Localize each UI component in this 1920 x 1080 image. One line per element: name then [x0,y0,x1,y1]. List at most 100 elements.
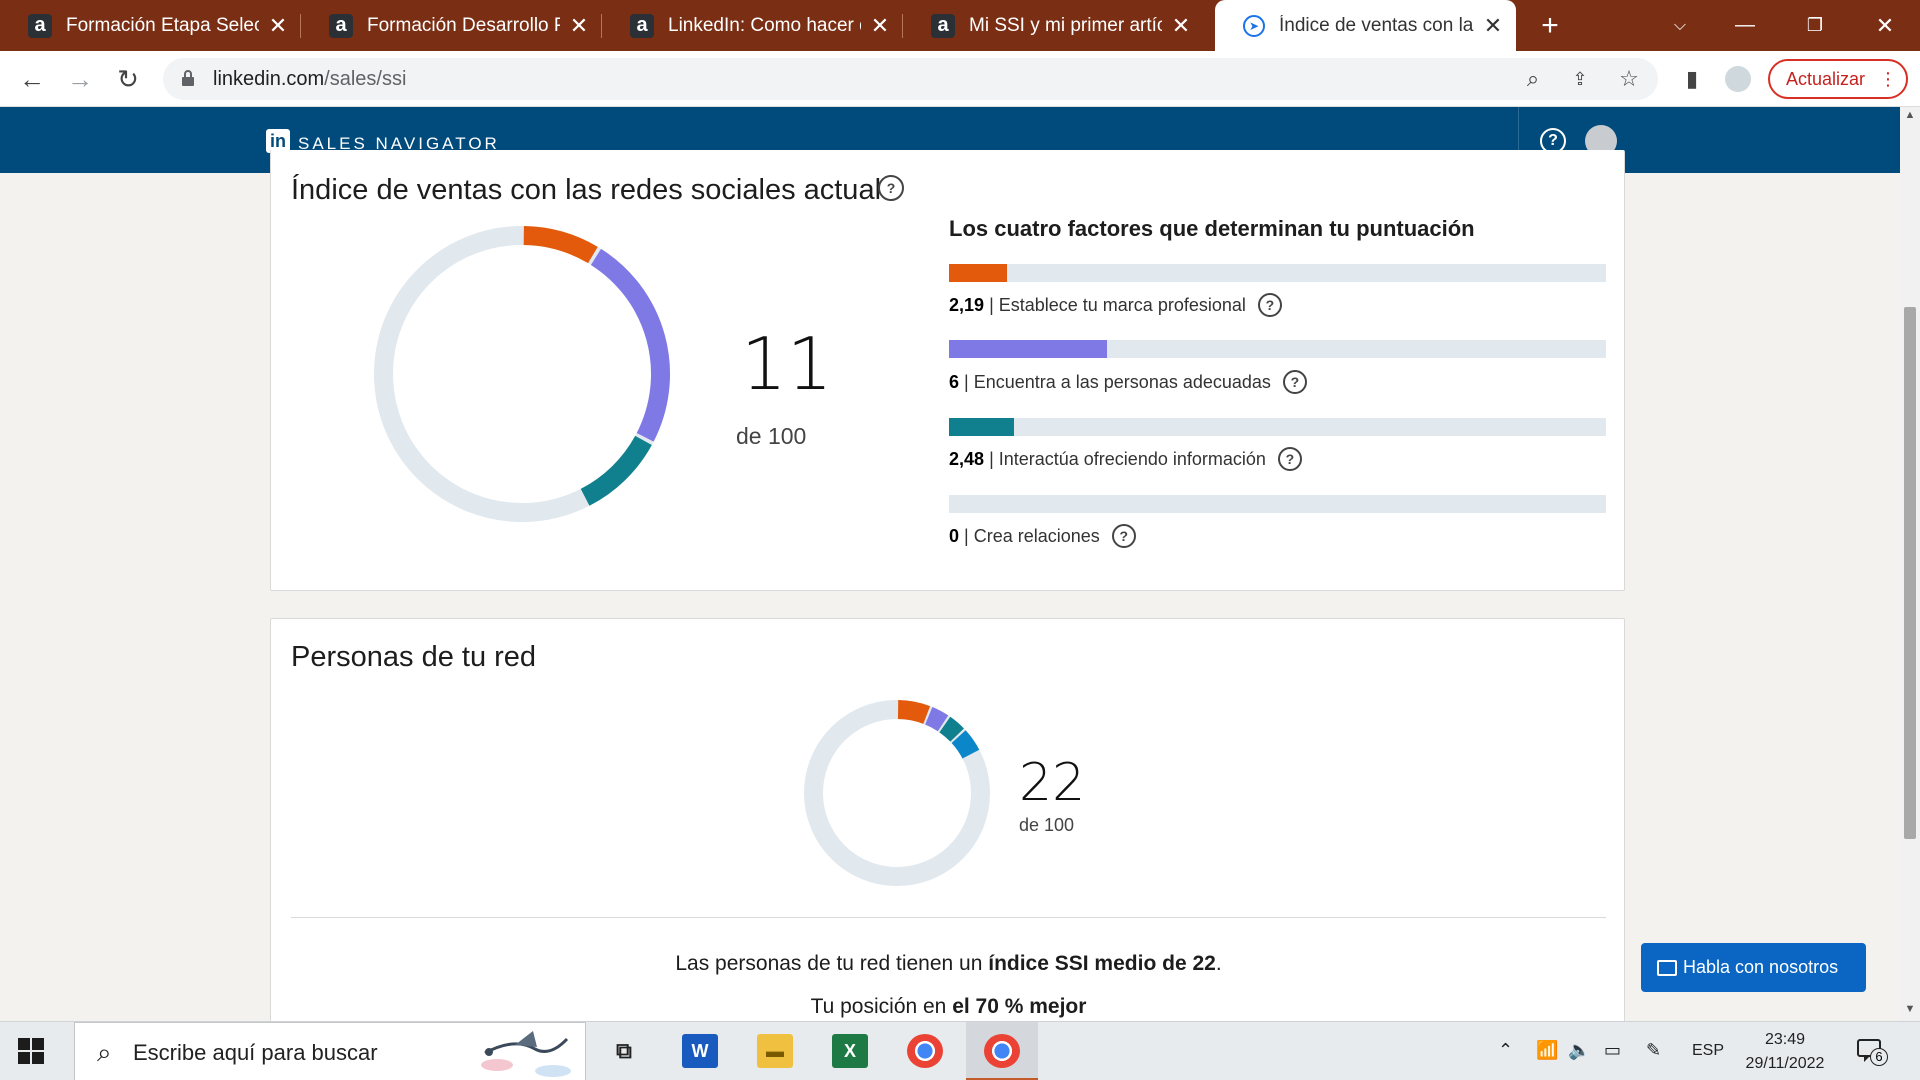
close-tab-icon[interactable]: ✕ [1170,13,1192,39]
ssi-title: Índice de ventas con las redes sociales … [291,174,882,206]
battery-icon[interactable]: ▭ [1604,1040,1621,1061]
bookmark-star-icon[interactable]: ☆ [1616,66,1642,92]
ssi-out-of: de 100 [736,423,807,449]
close-tab-icon[interactable]: ✕ [568,13,590,39]
browser-tab[interactable]: a Formación Desarrollo Pers ✕ [301,0,602,51]
donut-segment [590,248,670,442]
task-view-icon[interactable]: ⧉ [606,1034,642,1068]
address-bar[interactable]: linkedin.com/sales/ssi ⌕ ⇪ ☆ [163,58,1658,100]
donut-segment [951,730,980,759]
scrollbar-thumb[interactable] [1904,307,1916,839]
factor-bar-fill [949,264,1007,282]
zoom-icon[interactable]: ⌕ [1520,66,1546,92]
wifi-icon[interactable]: 📶 [1536,1040,1558,1061]
tray-chevron-up-icon[interactable]: ⌃ [1498,1040,1513,1061]
network-title: Personas de tu red [291,641,537,673]
browser-tab[interactable]: a Formación Etapa Selección ✕ [0,0,301,51]
clock-time: 23:49 [1764,1031,1806,1048]
factor-label-relationships: 0 | Crea relaciones ? [949,524,1136,548]
scroll-down-icon[interactable]: ▼ [1900,1003,1920,1019]
browser-tab[interactable]: a Mi SSI y mi primer artículo ✕ [903,0,1204,51]
close-tab-icon[interactable]: ✕ [869,13,891,39]
tab-favicon-icon: a [931,13,955,38]
tab-favicon-icon: a [630,13,654,38]
donut-segment [523,226,598,264]
tab-favicon-icon: a [28,13,52,38]
browser-tab[interactable]: a LinkedIn: Como hacer qu ✕ [602,0,903,51]
minimize-icon[interactable]: — [1710,0,1780,51]
tab-favicon-icon: a [329,13,353,38]
factors-title: Los cuatro factores que determinan tu pu… [949,216,1475,241]
tab-search-chevron-icon[interactable]: ⌵ [1645,0,1715,51]
update-button[interactable]: Actualizar ⋮ [1768,59,1908,99]
factor-help-icon[interactable]: ? [1257,293,1282,317]
factor-label-insights: 2,48 | Interactúa ofreciendo información… [949,447,1302,471]
back-arrow-icon[interactable]: ← [16,63,48,95]
factor-label-people: 6 | Encuentra a las personas adecuadas ? [949,370,1307,394]
tab-title: LinkedIn: Como hacer qu [668,14,861,36]
reload-icon[interactable]: ↻ [112,63,144,95]
url-text: linkedin.com/sales/ssi [213,68,407,90]
volume-icon[interactable]: 🔈 [1568,1040,1590,1061]
share-icon[interactable]: ⇪ [1567,66,1593,92]
close-tab-icon[interactable]: ✕ [1482,13,1504,39]
network-card: Personas de tu red 22 de 100 Las persona… [270,618,1625,1038]
page-scrollbar[interactable]: ▲ ▼ [1900,107,1920,1021]
chrome-active-taskbar-item[interactable] [966,1022,1038,1080]
factor-bar-people [949,340,1606,358]
factor-value: 0 [949,525,960,546]
pen-icon[interactable]: ✎ [1646,1040,1661,1061]
restore-icon[interactable]: ❐ [1780,0,1850,51]
heron-doodle-icon [481,1031,571,1077]
factor-value: 6 [949,371,960,392]
profile-avatar[interactable] [1725,66,1751,92]
language-indicator[interactable]: ESP [1692,1042,1724,1060]
lock-icon [182,70,194,86]
tab-title: Formación Etapa Selección [66,14,259,36]
network-out-of: de 100 [1019,815,1075,835]
ssi-score: 11 [741,322,833,406]
donut-segment [580,435,652,506]
network-divider [291,917,1606,918]
network-position: Tu posición en el 70 % mejor [810,995,1087,1018]
notifications-icon[interactable]: 6 [1856,1036,1888,1066]
browser-tab-active[interactable]: ➤ Índice de ventas con las re ✕ [1215,0,1516,51]
ssi-help-icon[interactable]: ? [878,175,904,201]
taskbar-search[interactable]: ⌕ Escribe aquí para buscar [74,1022,586,1080]
file-explorer-icon[interactable]: ▬ [757,1034,793,1068]
clock-date: 29/11/2022 [1745,1055,1825,1072]
chrome-app-icon[interactable] [907,1034,943,1068]
tab-title: Índice de ventas con las re [1279,14,1474,36]
factor-name: | Crea relaciones [964,525,1100,546]
factor-help-icon[interactable]: ? [1277,447,1302,471]
chat-button[interactable]: Habla con nosotros [1641,943,1866,992]
ssi-card: Índice de ventas con las redes sociales … [270,150,1625,591]
factor-help-icon[interactable]: ? [1111,524,1136,548]
excel-app-icon[interactable]: X [832,1034,868,1068]
forward-arrow-icon[interactable]: → [64,63,96,95]
scroll-up-icon[interactable]: ▲ [1900,109,1920,125]
factor-value: 2,19 [949,294,985,315]
ssi-donut-chart [374,226,670,522]
donut-segment [939,716,964,742]
close-window-icon[interactable]: ✕ [1850,0,1920,51]
tab-title: Mi SSI y mi primer artículo [969,14,1162,36]
network-score: 22 [1019,753,1086,813]
network-summary: Las personas de tu red tienen un índice … [675,952,1222,975]
taskbar-clock[interactable]: 23:49 29/11/2022 [1740,1028,1830,1076]
factor-bar-relationships [949,495,1606,513]
network-donut-chart [804,700,990,886]
windows-start-icon[interactable] [18,1038,44,1064]
word-app-icon[interactable]: W [682,1034,718,1068]
browser-toolbar: ← → ↻ linkedin.com/sales/ssi ⌕ ⇪ ☆ ▮ Act… [0,51,1920,107]
close-tab-icon[interactable]: ✕ [267,13,289,39]
chat-button-label: Habla con nosotros [1683,957,1839,977]
browser-tab-strip: a Formación Etapa Selección ✕ a Formació… [0,0,1920,51]
side-panel-icon[interactable]: ▮ [1679,66,1705,92]
factor-bar-fill [949,418,1015,436]
donut-segment [924,706,949,732]
new-tab-icon[interactable]: + [1535,0,1565,51]
chrome-app-icon [984,1034,1020,1068]
factor-help-icon[interactable]: ? [1282,370,1307,394]
donut-segment [897,700,931,724]
